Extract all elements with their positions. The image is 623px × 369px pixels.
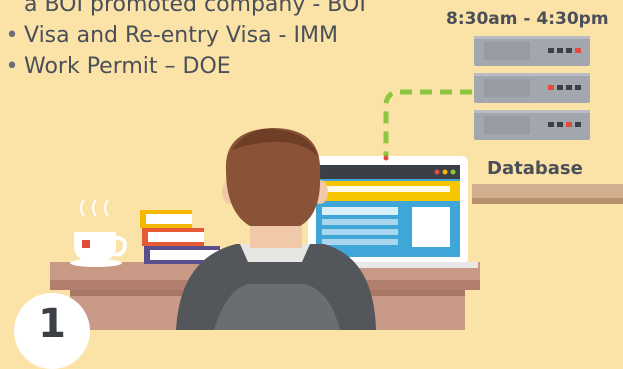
database-label: Database [487, 158, 583, 179]
step-number: 1 [38, 301, 66, 347]
bullet-icon: • [5, 54, 19, 79]
list-item-text: a BOI promoted company - BOI [24, 0, 366, 17]
list-item: a BOI promoted company - BOI [0, 0, 366, 20]
database-shelf [472, 184, 623, 204]
bullet-list: a BOI promoted company - BOI • Visa and … [0, 0, 366, 82]
list-item: • Visa and Re-entry Visa - IMM [0, 20, 366, 51]
list-item-text: Work Permit – DOE [24, 54, 231, 79]
list-item: • Work Permit – DOE [0, 51, 366, 82]
connection-line [383, 89, 472, 160]
server-icon [474, 36, 590, 140]
books-icon [140, 210, 220, 264]
bullet-icon: • [5, 23, 19, 48]
office-hours: 8:30am - 4:30pm [446, 9, 609, 29]
list-item-text: Visa and Re-entry Visa - IMM [24, 23, 338, 48]
tea-cup-icon [70, 199, 127, 267]
step-number-badge: 1 [14, 293, 90, 369]
